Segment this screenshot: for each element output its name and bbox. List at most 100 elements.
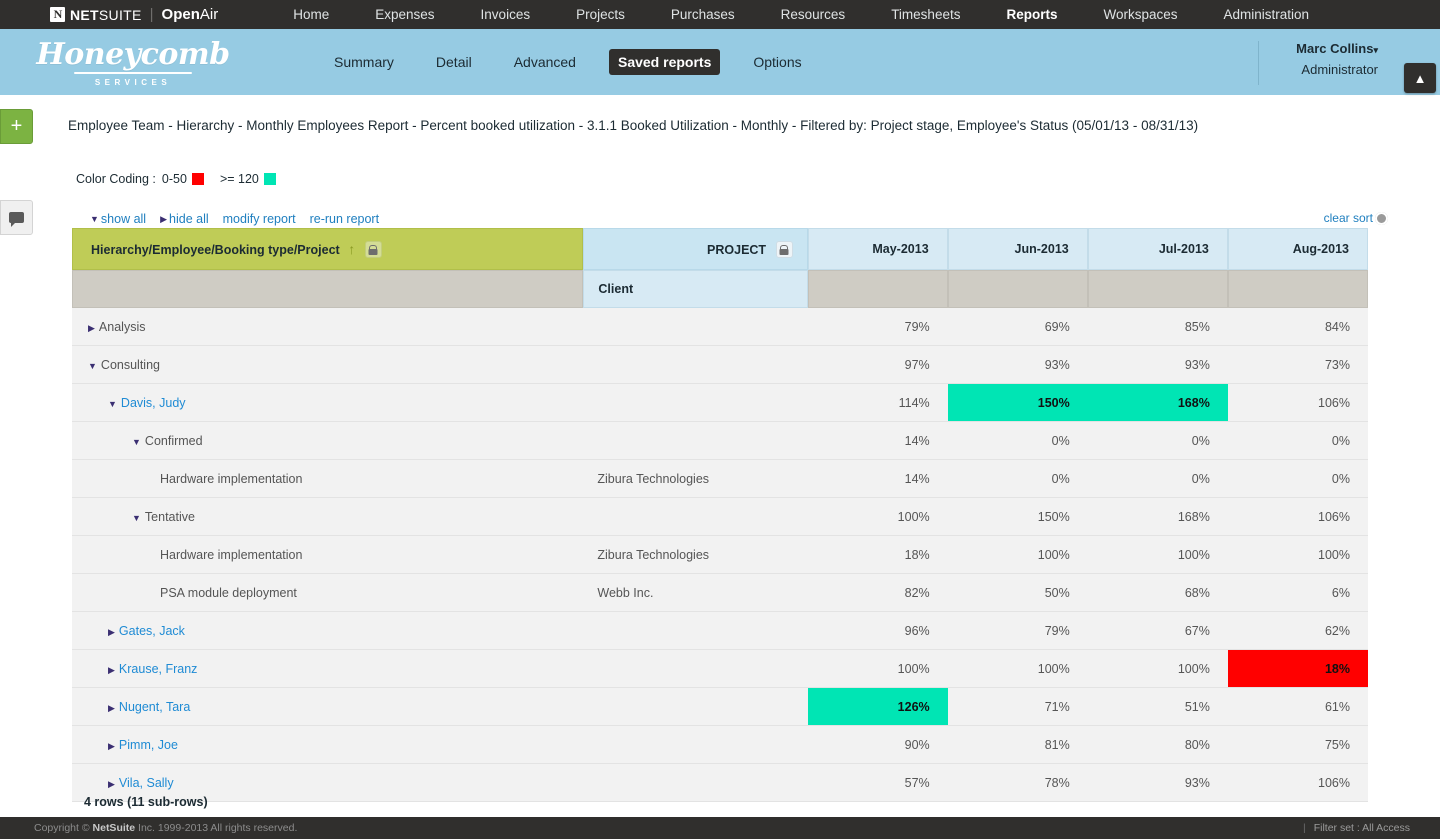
column-header-jul[interactable]: Jul-2013 [1088, 228, 1228, 270]
netsuite-logo-mark: N [50, 7, 65, 22]
nav-resources[interactable]: Resources [781, 7, 846, 22]
color-coding-label: Color Coding : [76, 172, 156, 186]
row-label-cell: PSA module deployment [72, 574, 583, 612]
nav-workspaces[interactable]: Workspaces [1103, 7, 1177, 22]
caret-right-icon[interactable]: ▶ [88, 323, 95, 334]
honeycomb-logo-subtext: SERVICES [95, 78, 171, 87]
row-label: Analysis [99, 320, 146, 334]
tab-advanced[interactable]: Advanced [505, 49, 585, 75]
row-value-cell: 68% [1088, 574, 1228, 612]
subheader-jun-blank [948, 270, 1088, 308]
add-button[interactable]: + [0, 109, 33, 144]
color-range-low-swatch [192, 173, 204, 185]
row-value-cell: 6% [1228, 574, 1368, 612]
caret-down-icon[interactable]: ▼ [132, 513, 141, 523]
user-name[interactable]: Marc Collins▾ [1269, 41, 1378, 56]
hide-all-link[interactable]: hide all [169, 212, 209, 226]
row-value-cell: 168% [1088, 498, 1228, 536]
column-header-hierarchy[interactable]: Hierarchy/Employee/Booking type/Project … [72, 228, 583, 270]
row-label[interactable]: Davis, Judy [121, 396, 186, 410]
table-row: ▶Pimm, Joe90%81%80%75% [72, 726, 1368, 764]
table-row: ▶Analysis79%69%85%84% [72, 308, 1368, 346]
color-range-high-swatch [264, 173, 276, 185]
openair-wordmark: OpenAir [162, 6, 219, 23]
row-label-cell: ▶ Analysis [72, 308, 583, 346]
nav-reports[interactable]: Reports [1006, 7, 1057, 22]
row-value-cell: 18% [808, 536, 948, 574]
row-value-cell: 73% [1228, 346, 1368, 384]
notes-button[interactable] [0, 200, 33, 235]
caret-right-icon[interactable]: ▶ [108, 703, 115, 714]
collapse-header-button[interactable]: ▲ [1404, 63, 1436, 93]
tab-detail[interactable]: Detail [427, 49, 481, 75]
row-value-cell: 0% [1228, 460, 1368, 498]
table-row: ▶Nugent, Tara126%71%51%61% [72, 688, 1368, 726]
table-row: PSA module deploymentWebb Inc.82%50%68%6… [72, 574, 1368, 612]
caret-down-icon[interactable]: ▼ [108, 399, 117, 409]
column-header-jun[interactable]: Jun-2013 [948, 228, 1088, 270]
row-label[interactable]: Vila, Sally [119, 776, 174, 790]
honeycomb-logo-text: Honeycomb [36, 39, 229, 71]
gear-icon[interactable] [1375, 212, 1388, 225]
footer-divider: | [1303, 822, 1306, 834]
row-value-cell: 79% [808, 308, 948, 346]
row-client-cell [583, 650, 807, 688]
lock-icon[interactable] [365, 241, 382, 258]
nav-timesheets[interactable]: Timesheets [891, 7, 960, 22]
row-client-cell [583, 688, 807, 726]
row-value-cell: 18% [1228, 650, 1368, 688]
tab-options[interactable]: Options [744, 49, 810, 75]
clear-sort-button[interactable]: clear sort [1324, 211, 1388, 225]
caret-down-icon[interactable]: ▼ [88, 361, 97, 371]
row-label-cell: ▼ Davis, Judy [72, 384, 583, 422]
chevron-up-double-icon: ▲ [1414, 71, 1427, 86]
nav-projects[interactable]: Projects [576, 7, 625, 22]
column-header-aug[interactable]: Aug-2013 [1228, 228, 1368, 270]
row-label[interactable]: Nugent, Tara [119, 700, 190, 714]
tab-summary[interactable]: Summary [325, 49, 403, 75]
caret-right-icon[interactable]: ▶ [108, 741, 115, 752]
row-value-cell: 90% [808, 726, 948, 764]
user-menu[interactable]: Marc Collins▾ Administrator [1258, 41, 1378, 85]
row-value-cell: 50% [948, 574, 1088, 612]
caret-right-icon[interactable]: ▶ [108, 627, 115, 638]
nav-purchases[interactable]: Purchases [671, 7, 735, 22]
row-value-cell: 85% [1088, 308, 1228, 346]
rerun-report-link[interactable]: re-run report [310, 212, 379, 226]
column-header-may[interactable]: May-2013 [808, 228, 948, 270]
row-label-cell: ▶ Nugent, Tara [72, 688, 583, 726]
row-value-cell: 0% [1228, 422, 1368, 460]
sort-asc-icon[interactable]: ↑ [348, 241, 355, 257]
column-header-project[interactable]: PROJECT [583, 228, 807, 270]
row-value-cell: 106% [1228, 384, 1368, 422]
row-label-cell: Hardware implementation [72, 460, 583, 498]
row-value-cell: 96% [808, 612, 948, 650]
lock-icon[interactable] [776, 241, 793, 258]
row-client-cell: Webb Inc. [583, 574, 807, 612]
caret-right-icon[interactable]: ▶ [108, 665, 115, 676]
nav-home[interactable]: Home [293, 7, 329, 22]
show-all-link[interactable]: show all [101, 212, 146, 226]
caret-down-icon[interactable]: ▼ [132, 437, 141, 447]
row-client-cell [583, 346, 807, 384]
table-row: ▶Krause, Franz100%100%100%18% [72, 650, 1368, 688]
modify-report-link[interactable]: modify report [223, 212, 296, 226]
tab-saved-reports[interactable]: Saved reports [609, 49, 720, 75]
row-client-cell [583, 422, 807, 460]
row-label[interactable]: Gates, Jack [119, 624, 185, 638]
row-label[interactable]: Krause, Franz [119, 662, 198, 676]
logo-underline [74, 72, 192, 74]
caret-right-icon[interactable]: ▶ [108, 779, 115, 790]
nav-administration[interactable]: Administration [1224, 7, 1310, 22]
table-row: Hardware implementationZibura Technologi… [72, 536, 1368, 574]
color-coding-legend: Color Coding : 0-50 >= 120 [76, 172, 292, 186]
page-footer: Copyright © NetSuite Inc. 1999-2013 All … [0, 817, 1440, 839]
subheader-hierarchy-blank [72, 270, 583, 308]
row-value-cell: 93% [1088, 346, 1228, 384]
nav-invoices[interactable]: Invoices [481, 7, 531, 22]
row-value-cell: 100% [1088, 536, 1228, 574]
nav-expenses[interactable]: Expenses [375, 7, 434, 22]
row-label[interactable]: Pimm, Joe [119, 738, 178, 752]
table-row: ▶Vila, Sally57%78%93%106% [72, 764, 1368, 802]
row-value-cell: 150% [948, 498, 1088, 536]
